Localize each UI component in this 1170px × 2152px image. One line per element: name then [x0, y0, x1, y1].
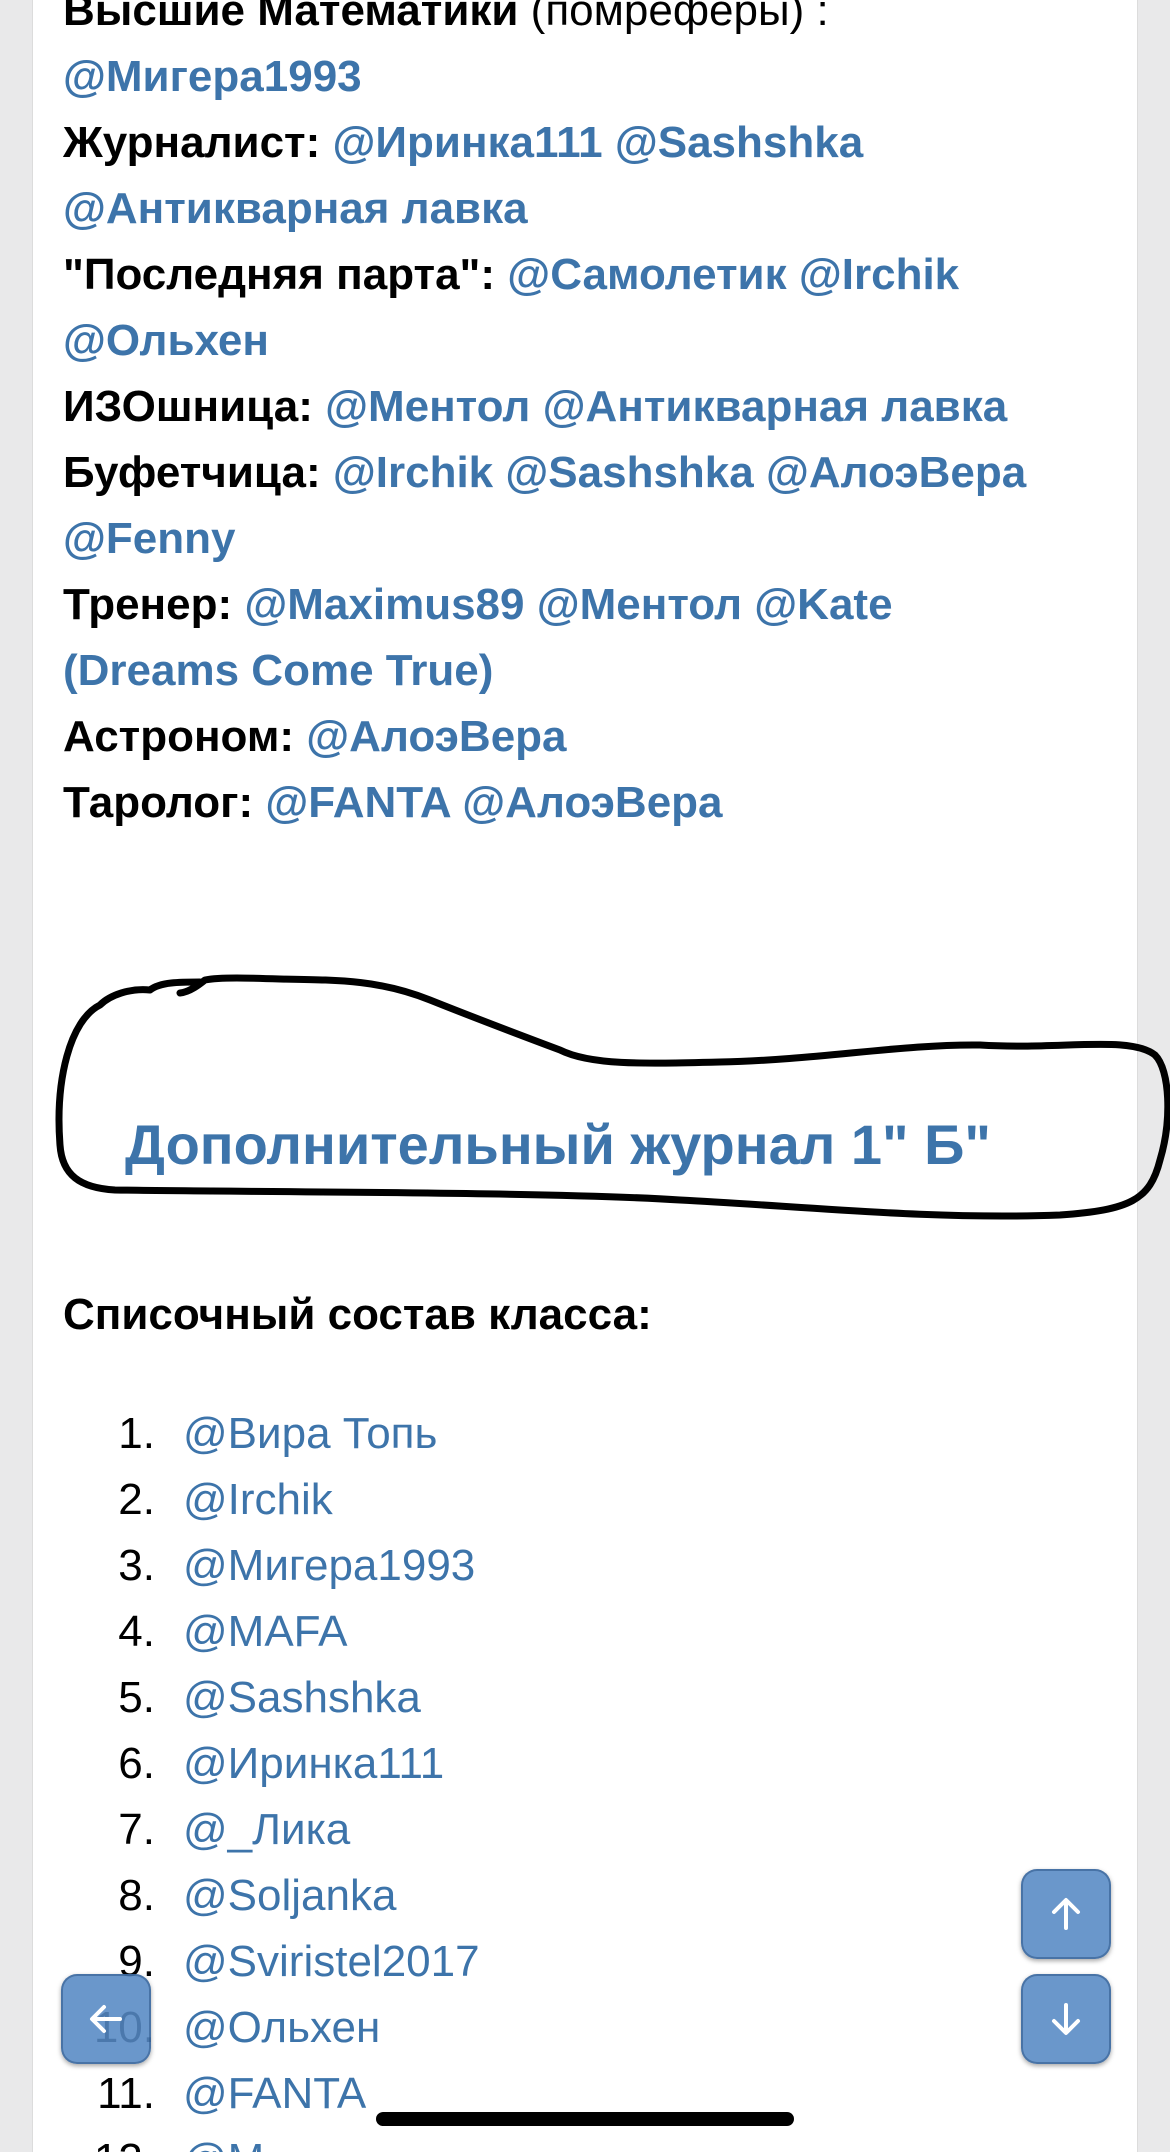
list-number: 11. — [97, 2069, 155, 2118]
role-line-7: Таролог: @FANTA @АлоэВера — [63, 770, 1103, 836]
mention-link[interactable]: @Ментол — [325, 382, 530, 431]
mention-link[interactable]: @Антикварная лавка — [543, 382, 1008, 431]
arrow-left-icon — [90, 2005, 122, 2033]
list-item: 4. @MAFA — [0, 1599, 347, 1665]
list-item: 5. @Sashshka — [0, 1665, 421, 1731]
list-number: 6. — [118, 1739, 155, 1788]
list-item: 1. @Вира Топь — [0, 1401, 437, 1467]
mention-link[interactable]: @FANTA — [265, 778, 450, 827]
role-label: ИЗОшница: — [63, 382, 313, 431]
roles-block: Высшие Математики (помреферы) : @Мигера1… — [63, 0, 1103, 836]
list-number: 12. — [0, 2127, 155, 2152]
list-item: 6. @Иринка111 — [0, 1731, 444, 1797]
member-link[interactable]: @Вира Топь — [183, 1401, 437, 1467]
section-title: Дополнительный журнал 1" Б" — [125, 1113, 991, 1176]
mention-link[interactable]: @АлоэВера — [306, 712, 566, 761]
role-line-3: ИЗОшница: @Ментол @Антикварная лавка — [63, 374, 1103, 440]
list-number: 4. — [118, 1607, 155, 1656]
role-line-4: Буфетчица: @Irchik @Sashshka @АлоэВера — [63, 440, 1103, 506]
mention-link[interactable]: @Irchik — [799, 250, 959, 299]
member-link[interactable]: @Irchik — [183, 1467, 333, 1533]
role-label: "Последняя парта": — [63, 250, 496, 299]
role-label: Высшие Математики — [63, 0, 519, 35]
mention-link[interactable]: @Ольхен — [63, 316, 269, 365]
arrow-up-icon — [1052, 1898, 1080, 1930]
mention-link[interactable]: @Самолетик — [507, 250, 786, 299]
mention-link[interactable]: @Sashshka — [505, 448, 753, 497]
list-item: 7. @_Лика — [0, 1797, 350, 1863]
role-label: Буфетчица: — [63, 448, 321, 497]
mention-link[interactable]: @Sashshka — [615, 118, 863, 167]
role-line-0: Высшие Математики (помреферы) : — [63, 0, 1103, 44]
mention-link[interactable]: @АлоэВера — [766, 448, 1026, 497]
class-list-heading: Списочный состав класса: — [63, 1290, 652, 1339]
list-number: 7. — [118, 1805, 155, 1854]
role-aside: (помреферы) : — [518, 0, 829, 35]
member-link[interactable]: @Мигера1993 — [183, 1533, 475, 1599]
list-number: 8. — [118, 1871, 155, 1920]
list-number: 2. — [118, 1475, 155, 1524]
mention-link[interactable]: @Irchik — [333, 448, 493, 497]
list-item: 3. @Мигера1993 — [0, 1533, 475, 1599]
role-line-6: Астроном: @АлоэВера — [63, 704, 1103, 770]
role-label: Тренер: — [63, 580, 233, 629]
mention-link[interactable]: @Maximus89 — [244, 580, 524, 629]
role-line-1: Журналист: @Иринка111 @Sashshka — [63, 110, 1103, 176]
member-link[interactable]: @Soljanka — [183, 1863, 396, 1929]
list-item: 8. @Soljanka — [0, 1863, 396, 1929]
scroll-up-button[interactable] — [1021, 1869, 1111, 1959]
back-button[interactable] — [61, 1974, 151, 2064]
list-number: 1. — [118, 1409, 155, 1458]
list-item: 12. @M... — [0, 2127, 301, 2152]
role-label: Астроном: — [63, 712, 295, 761]
list-number: 5. — [118, 1673, 155, 1722]
role-label: Таролог: — [63, 778, 254, 827]
arrow-down-icon — [1052, 2003, 1080, 2035]
scroll-down-button[interactable] — [1021, 1974, 1111, 2064]
list-item: 11. @FANTA — [0, 2061, 366, 2127]
role-line-5: Тренер: @Maximus89 @Ментол @Kate — [63, 572, 1103, 638]
member-link[interactable]: @M... — [183, 2127, 301, 2152]
list-number: 3. — [118, 1541, 155, 1590]
mention-link[interactable]: @Kate — [754, 580, 892, 629]
list-item: 2. @Irchik — [0, 1467, 333, 1533]
member-link[interactable]: @Иринка111 — [183, 1731, 444, 1797]
member-link[interactable]: @Sviristel2017 — [183, 1929, 480, 1995]
member-link[interactable]: @Sashshka — [183, 1665, 421, 1731]
mention-link[interactable]: @Мигера1993 — [63, 52, 362, 101]
mention-link-continuation[interactable]: (Dreams Come True) — [63, 646, 493, 695]
mention-link[interactable]: @Антикварная лавка — [63, 184, 528, 233]
role-line-2: "Последняя парта": @Самолетик @Irchik — [63, 242, 1103, 308]
member-link[interactable]: @FANTA — [183, 2061, 366, 2127]
home-indicator[interactable] — [376, 2112, 794, 2126]
member-link[interactable]: @MAFA — [183, 1599, 347, 1665]
mention-link[interactable]: @Ментол — [537, 580, 742, 629]
member-link[interactable]: @_Лика — [183, 1797, 350, 1863]
mention-link[interactable]: @АлоэВера — [462, 778, 722, 827]
forum-post-page: Высшие Математики (помреферы) : @Мигера1… — [0, 0, 1170, 2152]
mention-link[interactable]: @Fenny — [63, 514, 235, 563]
role-label: Журналист: — [63, 118, 321, 167]
mention-link[interactable]: @Иринка111 — [333, 118, 603, 167]
member-link[interactable]: @Ольхен — [183, 1995, 380, 2061]
